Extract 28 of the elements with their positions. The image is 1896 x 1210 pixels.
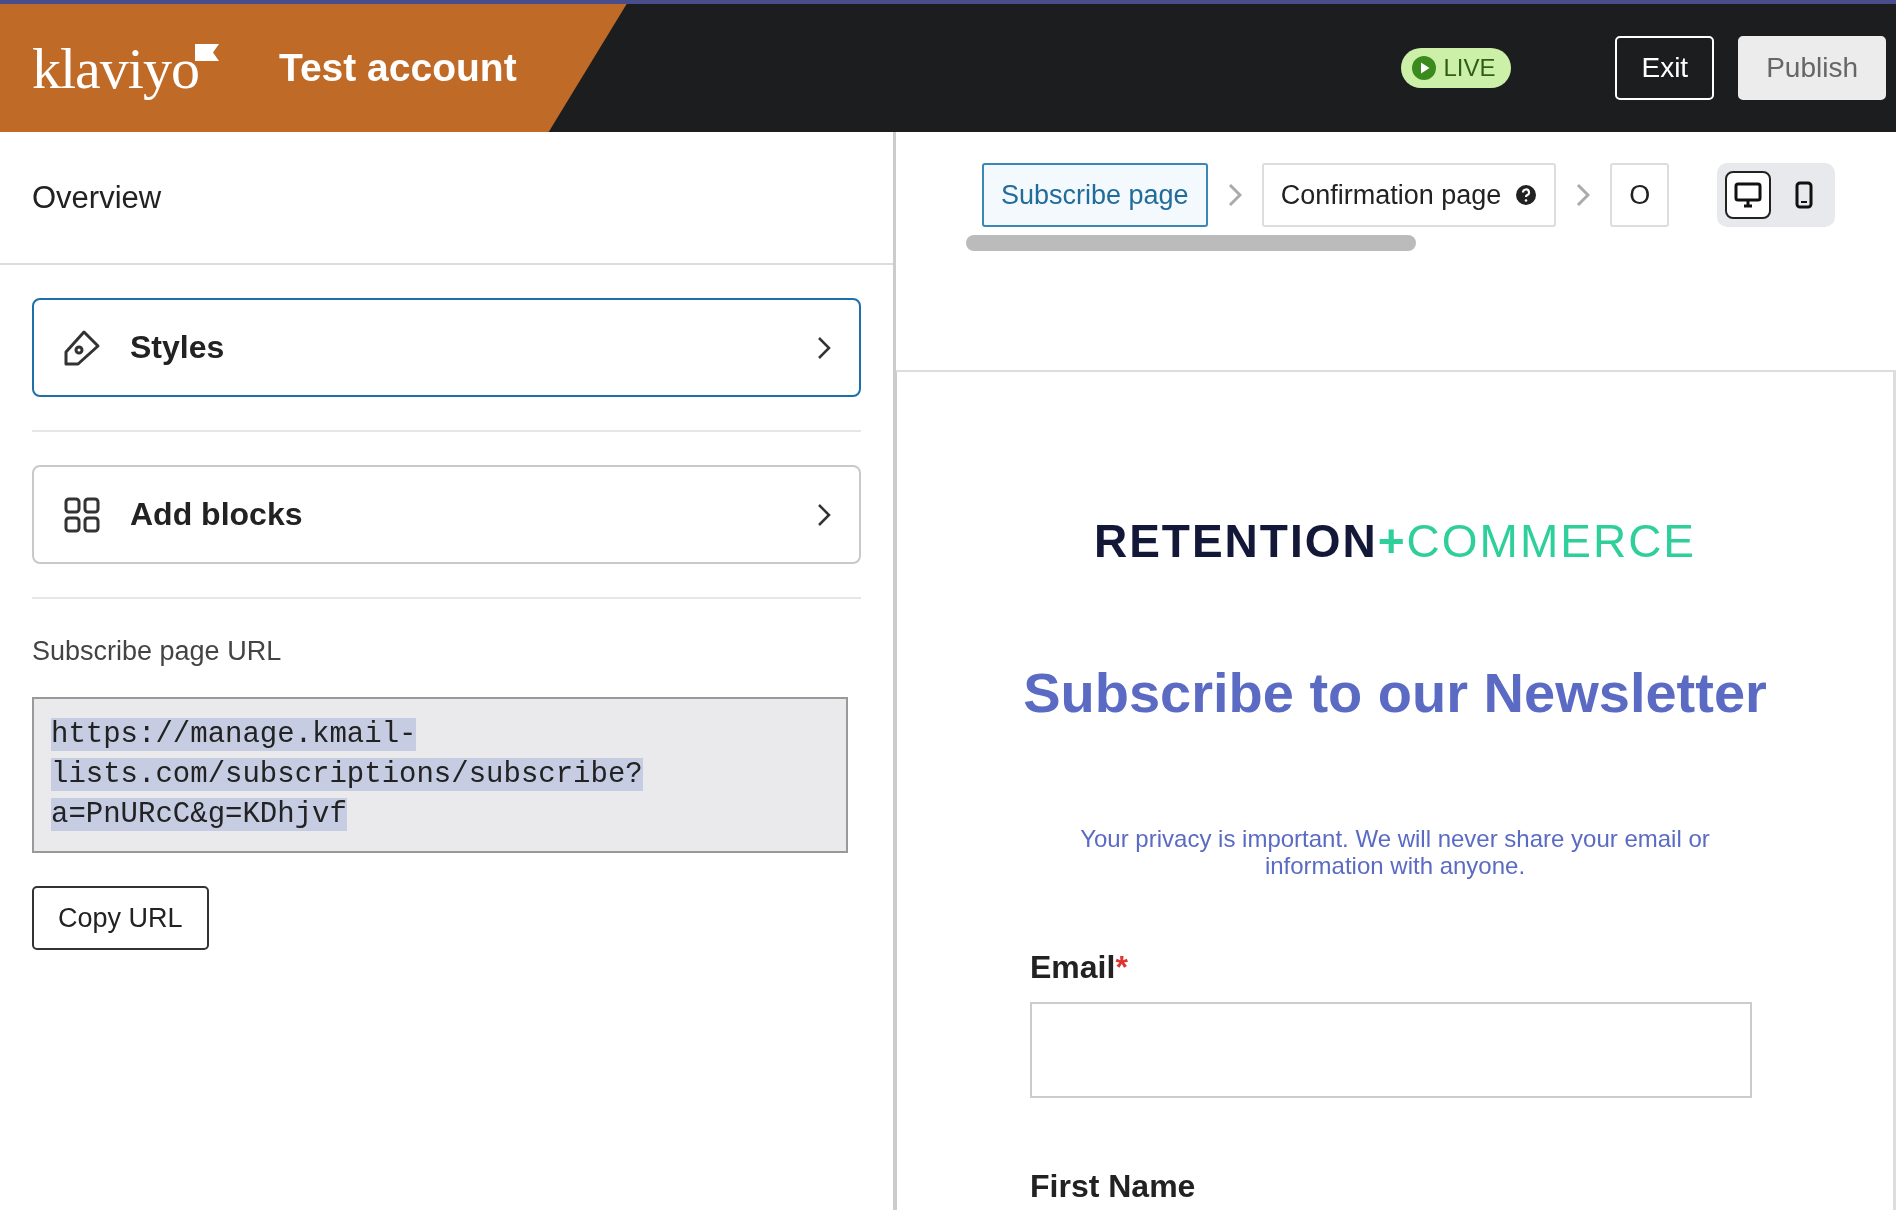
phone-icon bbox=[1795, 181, 1813, 209]
monitor-icon bbox=[1734, 182, 1762, 208]
chevron-right-icon bbox=[1227, 183, 1242, 207]
live-badge: LIVE bbox=[1401, 48, 1512, 88]
play-icon bbox=[1411, 55, 1438, 81]
chevron-right-icon bbox=[817, 335, 831, 360]
form-heading: Subscribe to our Newsletter bbox=[1023, 660, 1767, 725]
url-field[interactable]: https://manage.kmail-lists.com/subscriptions/subscribe?a=PnURcC&g=KDhjvf bbox=[32, 697, 848, 853]
field-label: Email* bbox=[1030, 949, 1128, 986]
logo: klaviyo bbox=[32, 34, 199, 102]
page-tab[interactable]: O bbox=[1610, 163, 1670, 227]
monitor-button[interactable] bbox=[1725, 171, 1771, 219]
page-tab[interactable]: Subscribe page bbox=[982, 163, 1208, 227]
chevron-right-icon bbox=[1576, 183, 1591, 207]
sidebar-item[interactable]: Add blocks bbox=[32, 465, 861, 564]
copy-url-button[interactable]: Copy URL bbox=[32, 886, 209, 950]
scrollbar[interactable] bbox=[966, 235, 1416, 251]
privacy-note: Your privacy is important. We will never share your email or information with anyone. bbox=[1079, 825, 1711, 879]
sidebar-item[interactable]: Styles bbox=[32, 298, 861, 397]
field-label: First Name bbox=[1030, 1168, 1196, 1205]
brand-logo: RETENTION+COMMERCE bbox=[1093, 514, 1697, 568]
page-tab[interactable]: Confirmation page bbox=[1261, 163, 1557, 227]
account-name: Test account bbox=[279, 46, 517, 90]
url-label: Subscribe page URL bbox=[32, 636, 283, 667]
panel-title: Overview bbox=[32, 179, 162, 216]
header-button[interactable]: Exit bbox=[1615, 36, 1715, 100]
chevron-right-icon bbox=[817, 502, 831, 527]
input-field[interactable] bbox=[1030, 1002, 1752, 1098]
